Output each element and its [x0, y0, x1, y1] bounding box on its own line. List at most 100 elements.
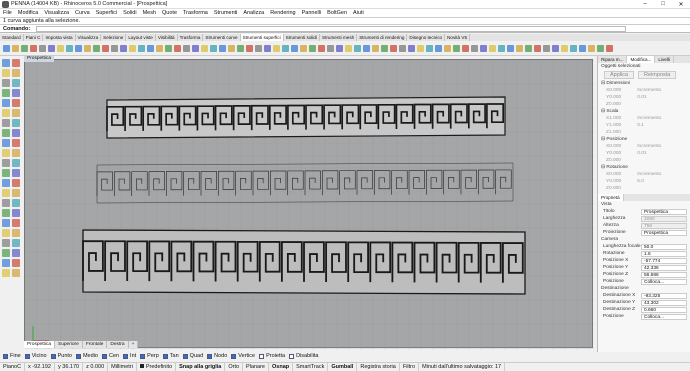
tool-icon[interactable]: [12, 189, 20, 197]
toolbar-tool-icon[interactable]: [84, 44, 91, 52]
toolbar-tool-icon[interactable]: [165, 44, 172, 52]
viewport-title[interactable]: Prospettica: [24, 56, 54, 62]
tool-icon[interactable]: [2, 89, 10, 97]
tool-icon[interactable]: [2, 109, 10, 117]
osnap-cen[interactable]: Cen: [101, 353, 119, 359]
toolbar-tool-icon[interactable]: [300, 44, 307, 52]
viewport-tab[interactable]: +: [128, 341, 139, 348]
toolbar-tool-icon[interactable]: [597, 44, 604, 52]
tool-icon[interactable]: [12, 209, 20, 217]
checkbox[interactable]: [182, 353, 188, 359]
toolbar-tool-icon[interactable]: [129, 44, 136, 52]
tool-icon[interactable]: [2, 79, 10, 87]
osnap-punto[interactable]: Punto: [50, 353, 72, 359]
tool-icon[interactable]: [2, 139, 10, 147]
status-toggle[interactable]: SmartTrack: [293, 362, 329, 371]
mode-button[interactable]: Reimposta: [638, 71, 677, 79]
toolbar-tab[interactable]: Strumenti curve: [203, 34, 241, 41]
axis-value[interactable]: 1.000: [609, 123, 633, 128]
axis-value[interactable]: 1.000: [609, 116, 633, 121]
mode-button[interactable]: Applica: [604, 71, 635, 79]
toolbar-tool-icon[interactable]: [363, 44, 370, 52]
tool-icon[interactable]: [12, 199, 20, 207]
toolbar-tool-icon[interactable]: [246, 44, 253, 52]
tool-icon[interactable]: [2, 149, 10, 157]
toolbar-tool-icon[interactable]: [30, 44, 37, 52]
tab-properties[interactable]: Proprietà: [598, 194, 624, 201]
checkbox[interactable]: [24, 353, 30, 359]
toolbar-tab[interactable]: Standard: [0, 34, 24, 41]
toolbar-tool-icon[interactable]: [435, 44, 442, 52]
tool-icon[interactable]: [12, 229, 20, 237]
close-button[interactable]: ✕: [672, 1, 690, 8]
toolbar-tool-icon[interactable]: [489, 44, 496, 52]
toolbar-tab[interactable]: Strumenti di rendering: [357, 34, 408, 41]
status-layer[interactable]: Predefinito: [137, 362, 177, 371]
prop-value[interactable]: 50.0: [641, 243, 687, 250]
axis-value[interactable]: 0.000: [609, 158, 633, 163]
tool-icon[interactable]: [12, 169, 20, 177]
panel-tab[interactable]: Modifica...: [627, 56, 656, 63]
tool-icon[interactable]: [12, 109, 20, 117]
toolbar-tool-icon[interactable]: [453, 44, 460, 52]
tool-icon[interactable]: [2, 129, 10, 137]
toolbar-tool-icon[interactable]: [183, 44, 190, 52]
menu-item-boltgen[interactable]: BoltGen: [324, 10, 350, 16]
increment-value[interactable]: 0.01: [637, 95, 646, 100]
prop-value[interactable]: Colloca...: [641, 278, 687, 285]
tool-icon[interactable]: [12, 99, 20, 107]
toolbar-tab[interactable]: Piani C: [24, 34, 44, 41]
toolbar-tool-icon[interactable]: [534, 44, 541, 52]
prop-value[interactable]: 56.686: [641, 271, 687, 278]
checkbox[interactable]: [101, 353, 107, 359]
prop-value[interactable]: -93.325: [641, 292, 687, 299]
menu-item-analizza[interactable]: Analizza: [240, 10, 267, 16]
viewport-perspective[interactable]: [24, 59, 594, 349]
menu-item-rendering[interactable]: Rendering: [267, 10, 298, 16]
tool-icon[interactable]: [12, 239, 20, 247]
menu-item-solidi[interactable]: Solidi: [120, 10, 139, 16]
toolbar-tool-icon[interactable]: [120, 44, 127, 52]
osnap-disabilita[interactable]: Disabilita: [289, 353, 318, 359]
tool-icon[interactable]: [12, 79, 20, 87]
toolbar-tool-icon[interactable]: [507, 44, 514, 52]
panel-tab[interactable]: Livelli: [655, 56, 674, 63]
toolbar-tab[interactable]: Strumenti superfici: [240, 34, 284, 41]
toolbar-tool-icon[interactable]: [66, 44, 73, 52]
toolbar-tool-icon[interactable]: [561, 44, 568, 52]
toolbar-tool-icon[interactable]: [318, 44, 325, 52]
tool-icon[interactable]: [12, 69, 20, 77]
toolbar-tool-icon[interactable]: [471, 44, 478, 52]
checkbox[interactable]: [140, 353, 146, 359]
toolbar-tab[interactable]: Trasforma: [178, 34, 204, 41]
toolbar-tool-icon[interactable]: [138, 44, 145, 52]
toolbar-tool-icon[interactable]: [462, 44, 469, 52]
status-toggle[interactable]: Osnap: [269, 362, 294, 371]
menu-item-pannelli[interactable]: Pannelli: [299, 10, 325, 16]
tool-icon[interactable]: [2, 119, 10, 127]
checkbox[interactable]: [123, 353, 129, 359]
toolbar-tab[interactable]: Layout viste: [126, 34, 156, 41]
toolbar-tool-icon[interactable]: [237, 44, 244, 52]
tool-icon[interactable]: [2, 59, 10, 67]
toolbar-tool-icon[interactable]: [21, 44, 28, 52]
toolbar-tool-icon[interactable]: [102, 44, 109, 52]
panel-tab[interactable]: Ripara m...: [598, 56, 628, 63]
tool-icon[interactable]: [2, 259, 10, 267]
tool-icon[interactable]: [12, 159, 20, 167]
osnap-vertice[interactable]: Vertice: [231, 353, 255, 359]
toolbar-tab[interactable]: Novità V5: [445, 34, 470, 41]
toolbar-tool-icon[interactable]: [444, 44, 451, 52]
toolbar-tool-icon[interactable]: [75, 44, 82, 52]
osnap-perp[interactable]: Perp: [140, 353, 159, 359]
tool-icon[interactable]: [2, 159, 10, 167]
checkbox[interactable]: [259, 353, 265, 359]
menu-item-aiuti[interactable]: Aiuti: [350, 10, 367, 16]
tool-icon[interactable]: [12, 249, 20, 257]
tool-icon[interactable]: [12, 139, 20, 147]
checkbox[interactable]: [231, 353, 237, 359]
viewport-tab[interactable]: Destra: [107, 341, 129, 348]
tool-icon[interactable]: [2, 219, 10, 227]
toolbar-tool-icon[interactable]: [93, 44, 100, 52]
prop-value[interactable]: 1.6: [641, 250, 687, 257]
